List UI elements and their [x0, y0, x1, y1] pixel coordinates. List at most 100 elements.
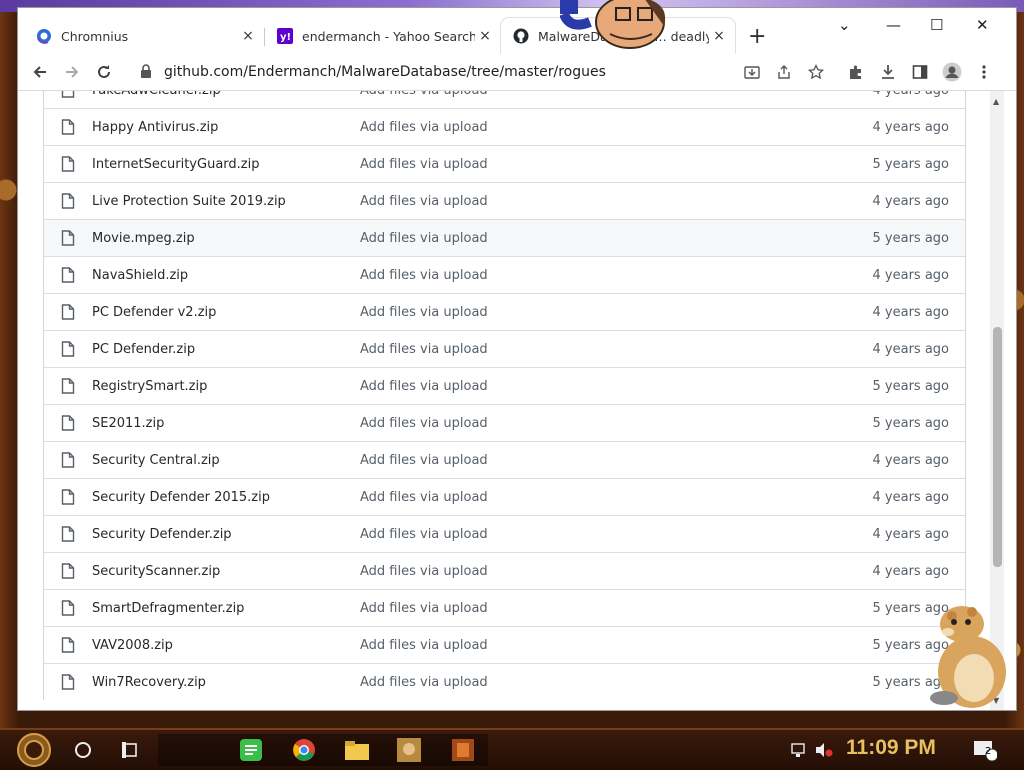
taskbar-clock[interactable]: 11:09 PM — [846, 736, 936, 760]
commit-age: 5 years ago — [872, 156, 949, 172]
file-row[interactable]: Security Central.zip Add files via upload… — [44, 441, 965, 478]
file-row[interactable]: PC Defender.zip Add files via upload 4 yea… — [44, 330, 965, 367]
commit-message-link[interactable]: Add files via upload — [360, 342, 488, 357]
commit-message-link[interactable]: Add files via upload — [360, 564, 488, 579]
file-row[interactable]: FakeAdwCleaner.zip Add files via upload 4 … — [44, 91, 965, 108]
bookmark-button[interactable] — [804, 60, 828, 84]
start-gear-icon — [17, 733, 51, 767]
commit-age: 4 years ago — [872, 267, 949, 283]
start-button[interactable] — [14, 733, 54, 767]
tray-volume[interactable] — [812, 734, 836, 766]
file-row[interactable]: Live Protection Suite 2019.zip Add files … — [44, 182, 965, 219]
taskbar-notes-app[interactable] — [236, 734, 266, 766]
file-row[interactable]: NavaShield.zip Add files via upload 4 year… — [44, 256, 965, 293]
commit-message-link[interactable]: Add files via upload — [360, 194, 488, 209]
file-row[interactable]: RegistrySmart.zip Add files via upload 5 y… — [44, 367, 965, 404]
file-name-link[interactable]: SE2011.zip — [92, 416, 164, 431]
extensions-button[interactable] — [844, 60, 868, 84]
notification-center-button[interactable]: 2 — [970, 734, 1000, 766]
side-panel-button[interactable] — [908, 60, 932, 84]
file-row[interactable]: Happy Antivirus.zip Add files via upload 4… — [44, 108, 965, 145]
github-icon — [513, 28, 529, 44]
commit-message-link[interactable]: Add files via upload — [360, 601, 488, 616]
commit-message-link[interactable]: Add files via upload — [360, 379, 488, 394]
file-row[interactable]: Win7Recovery.zip Add files via upload 5 ye… — [44, 663, 965, 700]
file-row[interactable]: VAV2008.zip Add files via upload 5 years a… — [44, 626, 965, 663]
file-row[interactable]: SecurityScanner.zip Add files via upload 4… — [44, 552, 965, 589]
file-name-link[interactable]: VAV2008.zip — [92, 638, 173, 653]
menu-button[interactable] — [972, 60, 996, 84]
file-name-link[interactable]: Happy Antivirus.zip — [92, 120, 218, 135]
file-name-link[interactable]: Movie.mpeg.zip — [92, 231, 195, 246]
tab-search-dropdown-icon[interactable]: ⌄ — [838, 16, 851, 34]
tab-close-icon[interactable]: × — [475, 28, 495, 44]
commit-age: 4 years ago — [873, 91, 949, 98]
profile-button[interactable] — [940, 60, 964, 84]
file-name-link[interactable]: Security Defender 2015.zip — [92, 490, 270, 505]
share-button[interactable] — [772, 60, 796, 84]
file-row[interactable]: Security Defender 2015.zip Add files via … — [44, 478, 965, 515]
commit-message-link[interactable]: Add files via upload — [360, 91, 488, 98]
file-row[interactable]: SmartDefragmenter.zip Add files via uploa… — [44, 589, 965, 626]
scroll-up-icon[interactable]: ▲ — [993, 97, 999, 106]
commit-message-link[interactable]: Add files via upload — [360, 231, 488, 246]
file-name-link[interactable]: RegistrySmart.zip — [92, 379, 207, 394]
taskbar-extra-app[interactable] — [448, 734, 478, 766]
url-text: github.com/Endermanch/MalwareDatabase/tr… — [164, 64, 606, 80]
commit-message-link[interactable]: Add files via upload — [360, 638, 488, 653]
file-name-link[interactable]: FakeAdwCleaner.zip — [92, 91, 221, 98]
tray-network[interactable] — [788, 734, 812, 766]
forward-button[interactable] — [60, 60, 84, 84]
file-row[interactable]: PC Defender v2.zip Add files via upload 4 … — [44, 293, 965, 330]
commit-message-link[interactable]: Add files via upload — [360, 268, 488, 283]
taskbar-chrome-app[interactable] — [288, 734, 320, 766]
reload-button[interactable] — [92, 60, 116, 84]
file-row[interactable]: InternetSecurityGuard.zip Add files via u… — [44, 145, 965, 182]
file-name-link[interactable]: SecurityScanner.zip — [92, 564, 220, 579]
file-icon — [61, 600, 75, 616]
commit-message-link[interactable]: Add files via upload — [360, 157, 488, 172]
file-row[interactable]: Movie.mpeg.zip Add files via upload 5 year… — [44, 219, 965, 256]
file-name-link[interactable]: PC Defender.zip — [92, 342, 195, 357]
taskbar-game-app[interactable] — [394, 734, 424, 766]
file-name-link[interactable]: SmartDefragmenter.zip — [92, 601, 244, 616]
commit-message-link[interactable]: Add files via upload — [360, 416, 488, 431]
close-window-button[interactable]: ✕ — [976, 16, 989, 34]
file-row[interactable]: Security Defender.zip Add files via uploa… — [44, 515, 965, 552]
commit-message-link[interactable]: Add files via upload — [360, 305, 488, 320]
commit-message-link[interactable]: Add files via upload — [360, 527, 488, 542]
search-button[interactable] — [68, 734, 98, 766]
commit-message-link[interactable]: Add files via upload — [360, 453, 488, 468]
task-view-button[interactable] — [116, 734, 146, 766]
commit-age: 4 years ago — [872, 119, 949, 135]
new-tab-button[interactable]: + — [748, 24, 766, 49]
file-name-link[interactable]: InternetSecurityGuard.zip — [92, 157, 259, 172]
maximize-button[interactable]: ☐ — [930, 16, 943, 34]
commit-age: 5 years ago — [872, 230, 949, 246]
file-name-link[interactable]: PC Defender v2.zip — [92, 305, 216, 320]
back-button[interactable] — [28, 60, 52, 84]
tab-chromnius[interactable]: Chromnius × — [24, 18, 264, 54]
file-icon — [61, 489, 75, 505]
tab-close-icon[interactable]: × — [238, 28, 258, 44]
taskbar-file-explorer[interactable] — [342, 734, 372, 766]
commit-age: 4 years ago — [872, 563, 949, 579]
file-name-link[interactable]: Security Defender.zip — [92, 527, 232, 542]
file-icon — [61, 563, 75, 579]
tab-yahoo-search[interactable]: y! endermanch - Yahoo Search Re × — [265, 18, 501, 54]
scrollbar-thumb[interactable] — [993, 327, 1002, 567]
file-name-link[interactable]: NavaShield.zip — [92, 268, 188, 283]
file-name-link[interactable]: Security Central.zip — [92, 453, 220, 468]
commit-message-link[interactable]: Add files via upload — [360, 120, 488, 135]
minimize-button[interactable]: — — [886, 16, 901, 34]
notes-app-icon — [240, 739, 262, 761]
commit-message-link[interactable]: Add files via upload — [360, 675, 488, 690]
file-name-link[interactable]: Live Protection Suite 2019.zip — [92, 194, 286, 209]
tab-close-icon[interactable]: × — [709, 28, 729, 44]
address-bar[interactable]: github.com/Endermanch/MalwareDatabase/tr… — [128, 58, 828, 86]
file-name-link[interactable]: Win7Recovery.zip — [92, 675, 206, 690]
file-row[interactable]: SE2011.zip Add files via upload 5 years ag… — [44, 404, 965, 441]
commit-message-link[interactable]: Add files via upload — [360, 490, 488, 505]
install-app-button[interactable] — [740, 60, 764, 84]
downloads-button[interactable] — [876, 60, 900, 84]
